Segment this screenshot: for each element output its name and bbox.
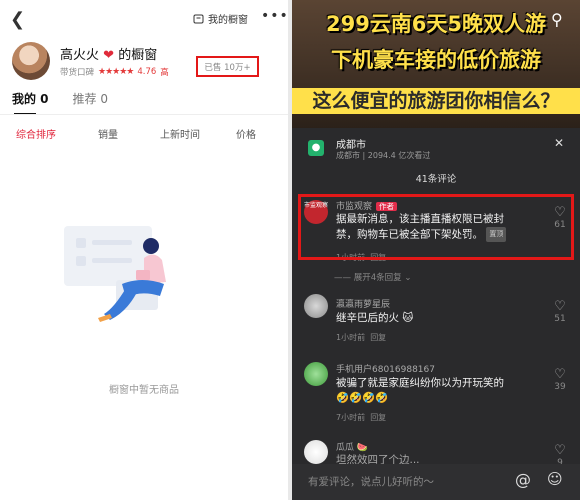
- empty-message: 橱窗中暂无商品: [109, 385, 179, 396]
- sort-new[interactable]: 上新时间: [160, 126, 200, 141]
- tab-recommend[interactable]: 推荐 0: [73, 90, 108, 107]
- comment-text[interactable]: 被骗了就是家庭纠纷你以为开玩笑的 🤣🤣🤣🤣: [336, 376, 546, 406]
- comment-author-name[interactable]: 手机用户68016988167: [336, 362, 435, 375]
- my-window-button[interactable]: 我的橱窗: [193, 11, 248, 26]
- empty-illustration: [64, 226, 166, 322]
- avatar[interactable]: [304, 294, 328, 318]
- location-subtitle: 成都市 | 2094.4 亿次看过: [336, 151, 431, 160]
- comment-text-line: 被骗了就是家庭纠纷你以为开玩笑的: [336, 377, 504, 389]
- like-count: 51: [554, 314, 566, 324]
- shop-name: 高火火 ❤ 的橱窗: [60, 44, 157, 63]
- top-bar: ❮ 我的橱窗 •••: [0, 0, 288, 38]
- comment-author-name[interactable]: 瀛瀛雨萝星辰: [336, 297, 390, 310]
- reply-link[interactable]: 回复: [370, 413, 386, 422]
- shop-owner: 高火火: [60, 48, 100, 63]
- comment-meta: 7小时前 回复: [336, 412, 386, 423]
- more-icon[interactable]: •••: [261, 8, 288, 24]
- like-button[interactable]: ♡ 39: [550, 367, 570, 393]
- window-icon: [193, 14, 204, 24]
- tab-divider: [0, 114, 288, 115]
- heart-outline-icon: ♡: [554, 443, 566, 458]
- emoji-icon[interactable]: ☺: [547, 470, 563, 488]
- comment-author[interactable]: 瓜瓜 🍉: [336, 440, 368, 453]
- shop-tabs: 我的 0 推荐 0: [12, 90, 108, 115]
- highlight-box: [298, 194, 574, 260]
- comment-input[interactable]: 有爱评论，说点儿好听的～: [308, 474, 434, 489]
- comment-emoji-line: 🤣🤣🤣🤣: [336, 392, 389, 404]
- avatar[interactable]: [304, 362, 328, 386]
- avatar[interactable]: [304, 440, 328, 464]
- my-window-label: 我的橱窗: [208, 15, 248, 26]
- tab-mine[interactable]: 我的 0: [12, 90, 49, 115]
- shop-suffix: 的橱窗: [118, 48, 158, 63]
- mention-icon[interactable]: @: [515, 470, 531, 489]
- sold-badge: 已售 10万+: [196, 56, 259, 77]
- star-rating-icon: ★★★★★: [98, 67, 134, 77]
- comment-input-bar: 有爱评论，说点儿好听的～ @ ☺: [292, 464, 580, 500]
- banner-line-2: 下机豪车接的低价旅游: [331, 48, 541, 72]
- banner-line-1: 299云南6天5晚双人游: [325, 12, 547, 36]
- heart-outline-icon: ♡: [554, 299, 566, 314]
- shop-window-screen: ❮ 我的橱窗 ••• 高火火 ❤ 的橱窗 带货口碑 ★★★★★ 4.76 高 已…: [0, 0, 288, 500]
- location-title[interactable]: 成都市: [336, 136, 366, 151]
- back-icon[interactable]: ❮: [10, 9, 30, 30]
- expand-replies[interactable]: —— 展开4条回复 ⌄: [334, 271, 411, 283]
- sort-comprehensive[interactable]: 综合排序: [16, 126, 56, 141]
- comments-panel: ● 成都市 成都市 | 2094.4 亿次看过 ✕ 41条评论 市监观察 市监观…: [292, 128, 580, 500]
- comment-meta: 1小时前 回复: [336, 332, 386, 343]
- rating-row[interactable]: 带货口碑 ★★★★★ 4.76 高: [60, 66, 169, 78]
- location-icon: ●: [308, 140, 324, 156]
- cat-emoji-icon: 🐱: [402, 312, 414, 324]
- search-icon[interactable]: ⚲: [551, 10, 563, 29]
- comment-author-name: 瓜瓜: [336, 443, 355, 453]
- sort-price[interactable]: 价格: [236, 126, 256, 141]
- shop-avatar[interactable]: [12, 42, 50, 80]
- comment-text[interactable]: 继辛巴后的火 🐱: [336, 311, 413, 326]
- reply-link[interactable]: 回复: [370, 333, 386, 342]
- comment-time: 1小时前: [336, 333, 366, 342]
- banner-line-3: 这么便宜的旅游团你相信么？: [292, 88, 580, 114]
- like-count: 39: [554, 382, 566, 392]
- rating-score: 4.76: [137, 67, 157, 77]
- like-button[interactable]: ♡ 51: [550, 299, 570, 325]
- rating-level: 高: [160, 68, 169, 78]
- video-comments-screen: 299云南6天5晚双人游 下机豪车接的低价旅游 这么便宜的旅游团你相信么？ ⚲ …: [292, 0, 580, 500]
- sort-sales[interactable]: 销量: [98, 126, 118, 141]
- close-icon[interactable]: ✕: [554, 136, 564, 150]
- comment-time: 7小时前: [336, 413, 366, 422]
- rating-label: 带货口碑: [60, 68, 95, 78]
- heart-icon: ❤: [103, 48, 115, 63]
- heart-outline-icon: ♡: [554, 367, 566, 382]
- watermelon-icon: 🍉: [356, 443, 369, 453]
- comment-text-line: 继辛巴后的火: [336, 312, 399, 324]
- expand-label: 展开4条回复: [353, 273, 402, 283]
- comment-count: 41条评论: [415, 174, 457, 185]
- video-banner: 299云南6天5晚双人游 下机豪车接的低价旅游 这么便宜的旅游团你相信么？ ⚲: [292, 0, 580, 128]
